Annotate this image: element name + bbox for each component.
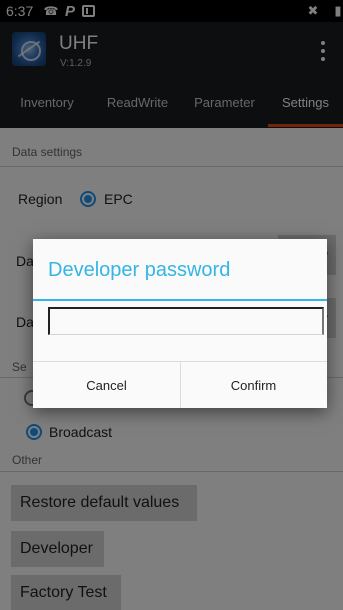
dialog-title: Developer password	[48, 259, 231, 281]
dialog-title-divider	[33, 299, 327, 301]
developer-password-dialog: Developer password Cancel Confirm	[33, 239, 327, 408]
password-input[interactable]	[48, 307, 324, 335]
confirm-button[interactable]: Confirm	[180, 362, 327, 408]
cancel-button[interactable]: Cancel	[33, 362, 180, 408]
